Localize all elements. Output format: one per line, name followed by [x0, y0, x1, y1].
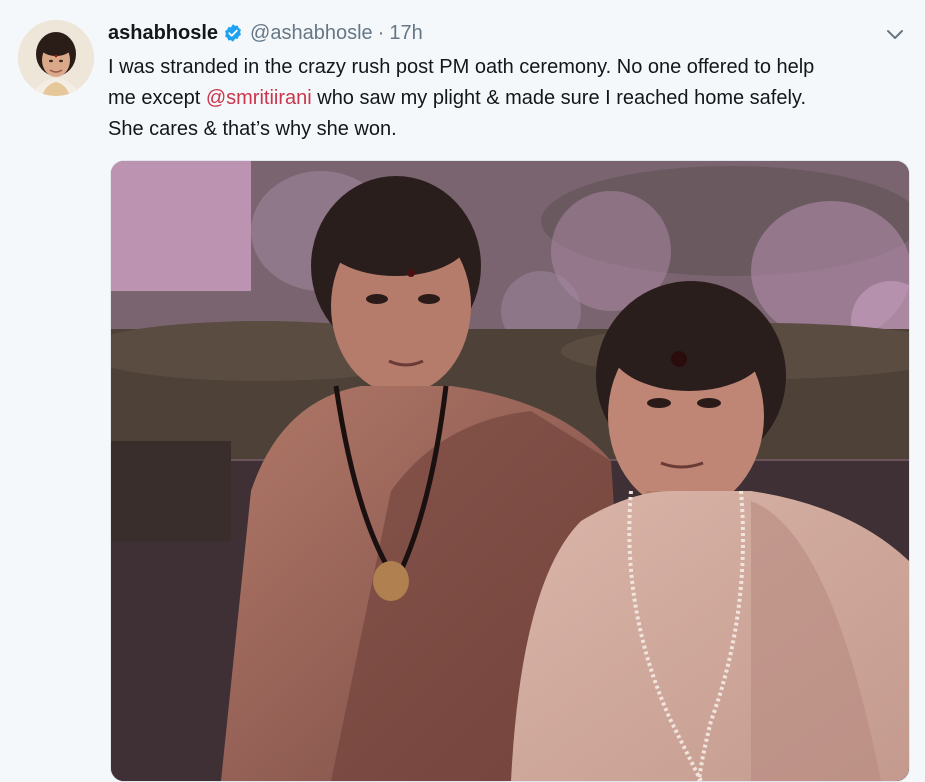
avatar-image	[18, 20, 94, 96]
photo-image	[111, 161, 909, 781]
tweet-text-segment: who saw my plight & made sure I reached …	[311, 87, 806, 109]
tweet-photo[interactable]	[110, 160, 910, 782]
tweet-text-segment: me except	[108, 87, 206, 109]
tweet-text-line-1: I was stranded in the crazy rush post PM…	[108, 56, 815, 78]
tweet: ashabhosle @ashabhosle · 17h I was stran…	[0, 0, 925, 782]
tweet-text-line-3: She cares & that’s why she won.	[108, 118, 397, 140]
user-handle[interactable]: @ashabhosle	[250, 22, 373, 45]
tweet-header: ashabhosle @ashabhosle · 17h	[108, 18, 423, 48]
avatar[interactable]	[18, 20, 94, 96]
tweet-text: I was stranded in the crazy rush post PM…	[108, 52, 908, 145]
verified-badge-icon	[223, 23, 243, 43]
mention-link[interactable]: @smritiirani	[206, 87, 312, 109]
timestamp[interactable]: 17h	[389, 22, 422, 45]
chevron-down-icon[interactable]	[882, 26, 908, 44]
display-name[interactable]: ashabhosle	[108, 22, 218, 45]
separator-dot: ·	[377, 21, 385, 44]
tweet-text-line-2: me except @smritiirani who saw my plight…	[108, 83, 908, 114]
